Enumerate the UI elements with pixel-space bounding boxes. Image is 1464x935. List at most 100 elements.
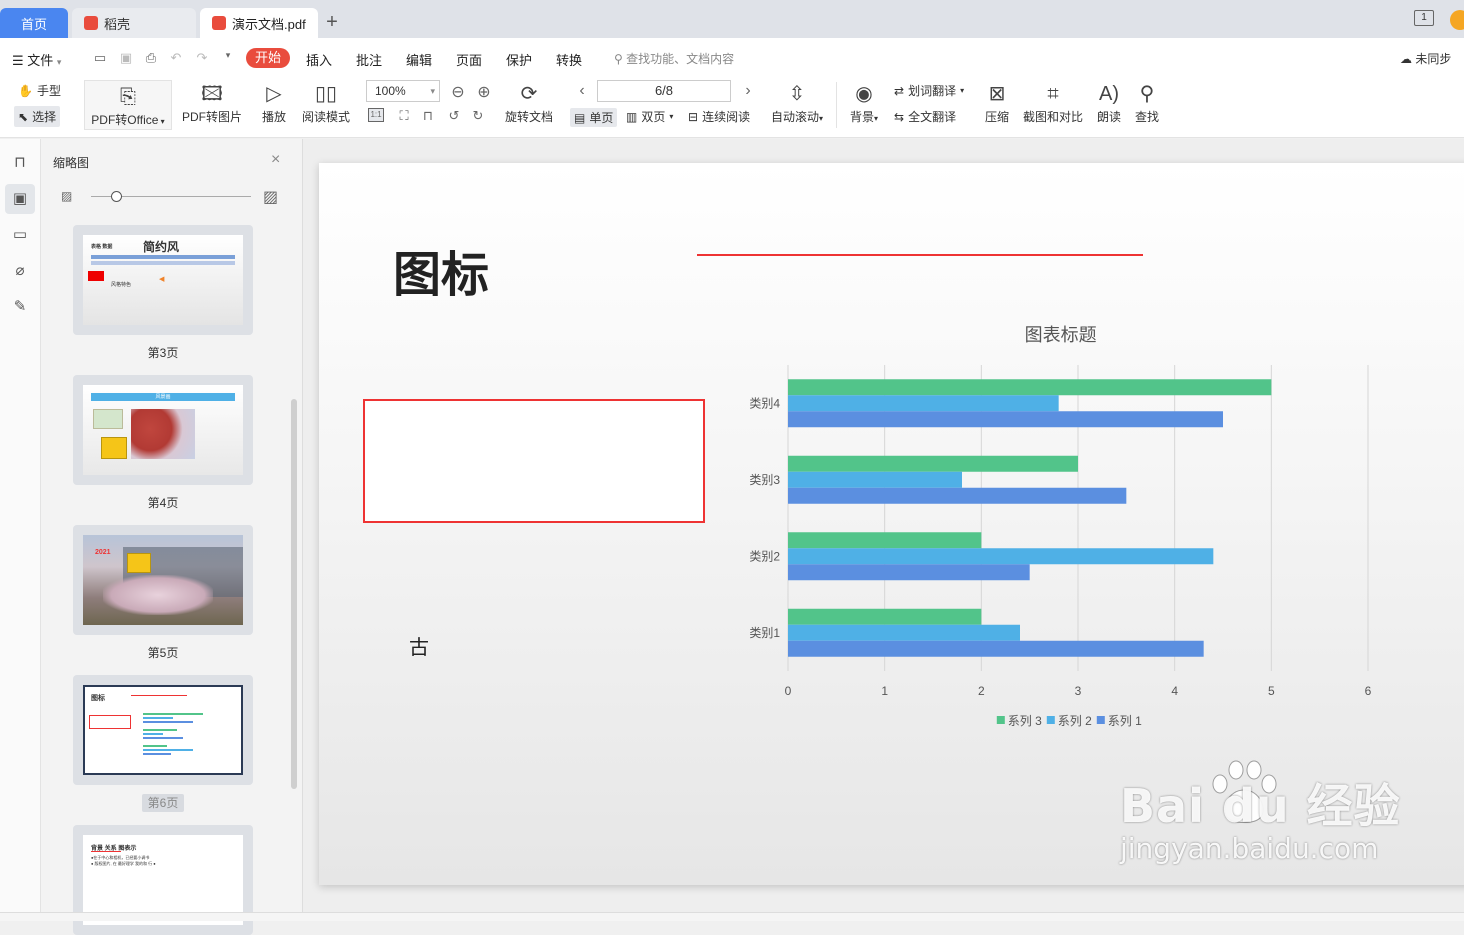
thumbnail-icon[interactable]: ▣: [5, 184, 35, 214]
tab-annotate[interactable]: 批注: [356, 50, 382, 69]
word-translate-label: 划词翻译: [908, 84, 957, 98]
cloud-icon: ☁: [1400, 52, 1412, 66]
rotate-right-icon[interactable]: ↻: [470, 108, 486, 123]
thumbnail-bar: [143, 737, 183, 739]
avatar[interactable]: [1450, 10, 1464, 30]
thumbnail-text: 简约风: [143, 240, 180, 254]
auto-scroll-button[interactable]: ⇳ 自动滚动▾: [766, 82, 828, 125]
thumbnail-size-slider[interactable]: ▨ ▨: [61, 189, 291, 206]
thumbnail-red-block: [88, 271, 104, 281]
continuous-read-button[interactable]: ⊟ 连续阅读: [688, 108, 750, 125]
chart-x-tick-label: 6: [1365, 684, 1372, 698]
close-icon[interactable]: ×: [271, 151, 280, 169]
chart-bar: [788, 411, 1223, 428]
tab-edit[interactable]: 编辑: [406, 50, 432, 69]
tab-home[interactable]: 首页: [0, 8, 68, 38]
print-icon[interactable]: ⎙: [143, 50, 159, 65]
thumbnail-text: 风格特色: [111, 282, 132, 288]
page-number-input[interactable]: 6/8: [597, 80, 731, 102]
search-icon: ⚲: [1139, 83, 1155, 105]
prev-page-icon[interactable]: ‹: [574, 82, 590, 99]
comment-icon[interactable]: ▭: [10, 225, 30, 245]
thumbnail-bar: [143, 717, 173, 719]
tab-home-label: 首页: [20, 16, 47, 32]
full-translate-button[interactable]: ⇆ 全文翻译: [894, 108, 956, 125]
new-tab-button[interactable]: +: [322, 12, 342, 32]
thumbnail-bar: [143, 721, 193, 723]
read-mode-button[interactable]: ▯▯ 阅读模式: [298, 82, 354, 125]
tab-start[interactable]: 开始: [246, 48, 290, 68]
thumbnail-preview: 2021: [83, 535, 243, 625]
thumbnail-label-active: 第6页: [73, 794, 253, 812]
window-switch-icon[interactable]: 1: [1414, 10, 1434, 26]
slider-handle[interactable]: [111, 191, 122, 202]
sync-status[interactable]: ☁ 未同步: [1400, 50, 1451, 67]
signature-icon[interactable]: ✎: [10, 297, 30, 317]
thumbnail-text: 2021: [95, 549, 111, 556]
rotate-left-icon[interactable]: ↺: [446, 108, 462, 123]
thumbnail-bar: [91, 261, 235, 265]
zoom-in-icon[interactable]: ⊕: [476, 82, 492, 101]
thumbnail-preview: 图标: [83, 685, 243, 775]
attachment-icon[interactable]: ⌀: [10, 261, 30, 281]
thumbnail-page-3[interactable]: 表格 数据 简约风 风格特色 ◀: [73, 225, 253, 335]
thumbnail-scrollbar[interactable]: [291, 399, 297, 789]
single-page-button[interactable]: ▤ 单页: [570, 108, 618, 127]
thumbnail-page-5[interactable]: 2021: [73, 525, 253, 635]
undo-icon[interactable]: ↶: [168, 50, 184, 65]
screenshot-compare-button[interactable]: ⌗ 截图和对比: [1020, 82, 1086, 125]
thumbnail-page-6[interactable]: 图标: [73, 675, 253, 785]
fit-page-icon[interactable]: ⛶: [396, 108, 412, 123]
chevron-down-icon: ▾: [669, 112, 674, 121]
chart-bar: [788, 640, 1204, 657]
save-icon[interactable]: ▣: [118, 50, 134, 65]
thumbnail-line: [131, 695, 187, 696]
tab-protect[interactable]: 保护: [506, 50, 532, 69]
eye-icon: ◉: [855, 83, 873, 105]
document-translate-icon: ⇆: [894, 109, 905, 124]
hand-tool-button[interactable]: ✋ 手型: [18, 82, 61, 99]
rotate-document-button[interactable]: ⟳ 旋转文档: [502, 82, 556, 125]
next-page-icon[interactable]: ›: [740, 82, 756, 99]
file-menu[interactable]: ☰ 文件 ▾: [12, 50, 61, 69]
thumbnail-page-4[interactable]: 风景画: [73, 375, 253, 485]
tab-insert[interactable]: 插入: [306, 50, 332, 69]
compress-button[interactable]: ⊠ 压缩: [980, 82, 1014, 125]
select-tool-button[interactable]: ⬉ 选择: [14, 106, 61, 127]
cursor-icon: ⬉: [18, 109, 29, 124]
translate-icon: ⇄: [894, 83, 905, 98]
pdf-to-image-button[interactable]: 🖾 PDF转图片: [180, 82, 244, 125]
compress-icon: ⊠: [988, 83, 1006, 105]
actual-size-icon[interactable]: 1:1: [368, 108, 384, 122]
chevron-down-icon: ▾: [819, 114, 824, 123]
chart-bar: [788, 532, 982, 549]
fit-width-icon[interactable]: ⊓: [420, 108, 436, 123]
tab-document[interactable]: 演示文档.pdf: [200, 8, 318, 38]
feature-search[interactable]: ⚲ 查找功能、文档内容: [614, 50, 734, 67]
word-translate-button[interactable]: ⇄ 划词翻译 ▾: [894, 82, 964, 99]
find-label: 查找: [1134, 110, 1159, 124]
quick-access-more-icon[interactable]: ▾: [220, 50, 236, 64]
play-button[interactable]: ▷ 播放: [256, 82, 292, 125]
find-button[interactable]: ⚲ 查找: [1132, 82, 1162, 125]
thumbnail-bar: [143, 733, 163, 735]
hand-icon: ✋: [18, 83, 33, 98]
redo-icon[interactable]: ↷: [194, 50, 210, 65]
tab-page[interactable]: 页面: [456, 50, 482, 69]
zoom-out-icon[interactable]: ⊖: [450, 82, 466, 101]
shell-logo-icon: [84, 16, 98, 30]
tab-shell[interactable]: 稻壳: [72, 8, 196, 38]
background-button[interactable]: ◉ 背景▾: [844, 82, 884, 125]
pdf-to-office-button[interactable]: ⎘ PDF转Office ▾: [84, 80, 172, 130]
double-page-button[interactable]: ▥ 双页 ▾: [626, 108, 673, 125]
read-aloud-button[interactable]: A) 朗读: [1094, 82, 1124, 125]
title-underline: [697, 254, 1143, 256]
large-image-icon: ▨: [263, 189, 279, 206]
thumbnail-panel: 缩略图 × ▨ ▨ 表格 数据 简约风 风格特色 ◀ 第3页 风景画 第4页 2…: [41, 139, 303, 935]
bookmark-icon[interactable]: ⊓: [10, 153, 30, 173]
auto-scroll-icon: ⇳: [788, 83, 806, 105]
zoom-select[interactable]: 100% ▾: [366, 80, 440, 102]
open-icon[interactable]: ▭: [92, 50, 108, 65]
thumbnail-preview: 表格 数据 简约风 风格特色 ◀: [83, 235, 243, 325]
tab-convert[interactable]: 转换: [556, 50, 582, 69]
